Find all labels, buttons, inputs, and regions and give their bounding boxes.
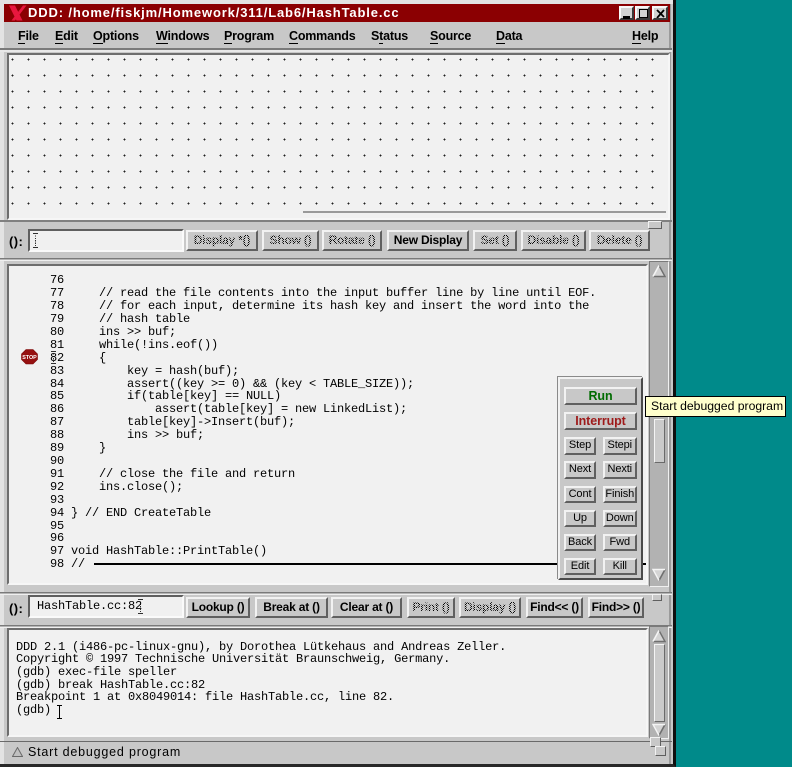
svg-text:STOP: STOP xyxy=(22,355,37,361)
